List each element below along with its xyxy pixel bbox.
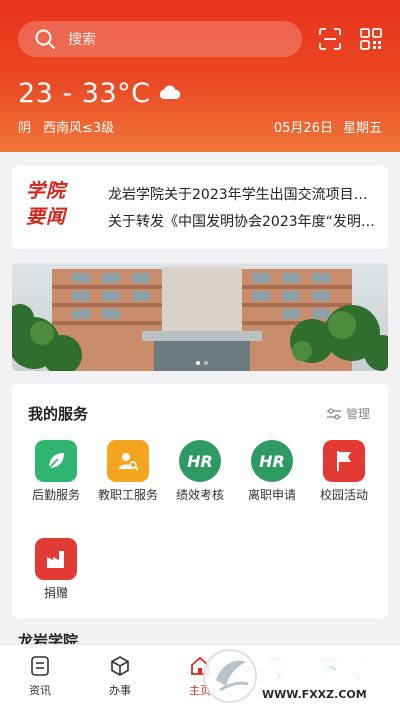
temperature: 23 - 33°C <box>18 78 151 109</box>
watermark-logo: 飞翔下载 WWW.FXXZ.COM <box>203 649 369 703</box>
hr-icon: HR <box>251 440 293 482</box>
news-logo-line1: 学院 <box>26 180 67 202</box>
search-icon <box>35 29 55 49</box>
campus-building-image <box>12 263 388 371</box>
service-label: 后勤服务 <box>31 488 80 502</box>
news-icon <box>31 656 49 676</box>
search-bar[interactable]: 搜索 <box>18 21 302 57</box>
cloud-icon <box>159 85 181 99</box>
cube-icon <box>111 656 129 676</box>
service-label: 捐赠 <box>43 586 68 600</box>
news-list: 龙岩学院关于2023年学生出国交流项目的通知 关于转发《中国发明协会2023年度… <box>108 184 380 238</box>
manage-label: 管理 <box>345 407 370 421</box>
service-performance[interactable]: HR 绩效考核 <box>164 440 236 503</box>
services-title: 我的服务 <box>28 405 89 423</box>
staff-search-icon <box>107 440 149 482</box>
tab-label: 办事 <box>109 684 131 697</box>
leaf-icon <box>35 440 77 482</box>
scan-icon[interactable] <box>318 27 342 51</box>
service-donation[interactable]: 捐赠 <box>20 538 92 601</box>
news-item[interactable]: 龙岩学院关于2023年学生出国交流项目的通知 <box>108 184 380 206</box>
campus-banner[interactable] <box>12 263 388 371</box>
tab-news[interactable]: 资讯 <box>10 655 70 698</box>
wind-info: 西南风≤3级 <box>43 121 115 136</box>
tab-label: 资讯 <box>29 684 51 697</box>
sliders-icon <box>326 407 341 420</box>
service-label: 教职工服务 <box>97 488 158 502</box>
tab-services[interactable]: 办事 <box>90 655 150 698</box>
header: 搜索 23 - 33°C 阴西南风≤3级 05月26日 星期五 <box>0 0 400 152</box>
news-card[interactable]: 学院 要闻 龙岩学院关于2023年学生出国交流项目的通知 关于转发《中国发明协会… <box>12 166 388 249</box>
svg-text:飞翔下载: 飞翔下载 <box>260 655 368 685</box>
weekday: 星期五 <box>342 121 382 136</box>
service-resignation[interactable]: HR 离职申请 <box>236 440 308 503</box>
search-placeholder: 搜索 <box>68 32 96 48</box>
svg-text:WWW.FXXZ.COM: WWW.FXXZ.COM <box>262 688 367 701</box>
service-logistics[interactable]: 后勤服务 <box>20 440 92 503</box>
services-card: 我的服务 管理 后勤服务 教职工服务 HR 绩效考核 HR 离职申请 校园活动 … <box>12 384 388 618</box>
service-label: 绩效考核 <box>175 488 224 502</box>
service-staff[interactable]: 教职工服务 <box>92 440 164 503</box>
factory-icon <box>35 538 77 580</box>
service-label: 校园活动 <box>319 488 368 502</box>
weather-info: 阴西南风≤3级 <box>18 117 114 136</box>
news-logo-line2: 要闻 <box>26 206 67 228</box>
date: 05月26日 <box>273 121 333 136</box>
qr-code-icon[interactable] <box>359 27 383 51</box>
manage-button[interactable]: 管理 <box>326 405 370 422</box>
news-item[interactable]: 关于转发《中国发明协会2023年度“发明创业奖”评选》的通知 <box>108 211 380 233</box>
hr-icon: HR <box>179 440 221 482</box>
date-info: 05月26日 星期五 <box>274 117 382 136</box>
service-label: 离职申请 <box>247 488 296 502</box>
service-campus-activity[interactable]: 校园活动 <box>308 440 380 503</box>
weather-condition: 阴 <box>18 121 32 136</box>
flag-icon <box>323 440 365 482</box>
news-logo: 学院 要闻 <box>26 178 86 230</box>
